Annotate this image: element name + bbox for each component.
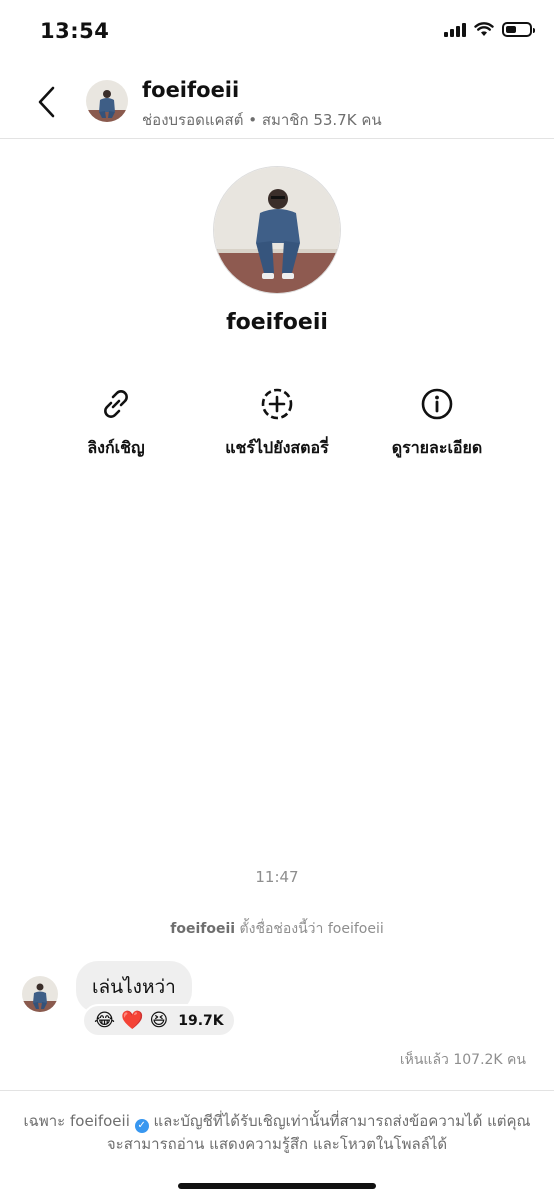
verified-badge-icon: ✓ — [134, 1119, 149, 1133]
notice-line-1-text: และบัญชีที่ได้รับเชิญเท่านั้นที่สามารถส่… — [153, 1112, 531, 1130]
laughing-tears-emoji: 😂 — [94, 1010, 116, 1031]
red-heart-emoji: ❤️ — [121, 1010, 144, 1031]
home-indicator[interactable] — [178, 1183, 376, 1189]
channel-name[interactable]: foeifoeii — [142, 78, 239, 102]
header-avatar[interactable] — [86, 80, 128, 122]
system-message: foeifoeii ตั้งชื่อช่องนี้ว่า foeifoeii — [0, 918, 554, 940]
notice-line-2: จะสามารถอ่าน แสดงความรู้สึก และโหวตในโพล… — [106, 1135, 448, 1153]
channel-permission-notice: เฉพาะ foeifoeii ✓ และบัญชีที่ได้รับเชิญเ… — [0, 1110, 554, 1155]
status-time: 13:54 — [40, 19, 110, 43]
battery-icon — [502, 22, 535, 37]
notice-prefix: เฉพาะ foeifoeii — [23, 1112, 130, 1130]
system-message-user: foeifoeii — [170, 921, 236, 937]
view-details-button[interactable]: ดูรายละเอียด — [357, 386, 517, 461]
cellular-signal-icon — [444, 22, 466, 37]
profile-name: foeifoeii — [226, 310, 328, 335]
message-timestamp: 11:47 — [255, 868, 299, 886]
info-icon — [421, 388, 453, 420]
invite-link-label: ลิงก์เชิญ — [87, 438, 145, 457]
sender-avatar[interactable] — [22, 976, 58, 1012]
profile-avatar[interactable] — [213, 166, 341, 294]
reaction-count: 19.7K — [178, 1012, 224, 1029]
grinning-squint-emoji: 😆 — [149, 1010, 169, 1031]
link-icon — [104, 390, 128, 418]
reactions-pill[interactable]: 😂 ❤️ 😆 19.7K — [82, 1004, 236, 1037]
wifi-icon — [474, 22, 494, 36]
invite-link-button[interactable]: ลิงก์เชิญ — [36, 386, 196, 461]
header-divider — [0, 138, 554, 139]
seen-count: เห็นแล้ว 107.2K คน — [399, 1052, 526, 1068]
footer-divider — [0, 1090, 554, 1091]
channel-subtitle: ช่องบรอดแคสต์ • สมาชิก 53.7K คน — [142, 111, 382, 129]
chevron-left-icon — [38, 86, 55, 118]
status-icons — [444, 22, 535, 37]
add-story-icon — [261, 388, 293, 420]
share-to-story-label: แชร์ไปยังสตอรี่ — [225, 438, 329, 457]
back-button[interactable] — [28, 82, 64, 122]
system-message-text: ตั้งชื่อช่องนี้ว่า foeifoeii — [239, 921, 384, 937]
share-to-story-button[interactable]: แชร์ไปยังสตอรี่ — [197, 386, 357, 461]
view-details-label: ดูรายละเอียด — [391, 438, 483, 457]
notice-line-1: เฉพาะ foeifoeii ✓ และบัญชีที่ได้รับเชิญเ… — [0, 1110, 554, 1133]
